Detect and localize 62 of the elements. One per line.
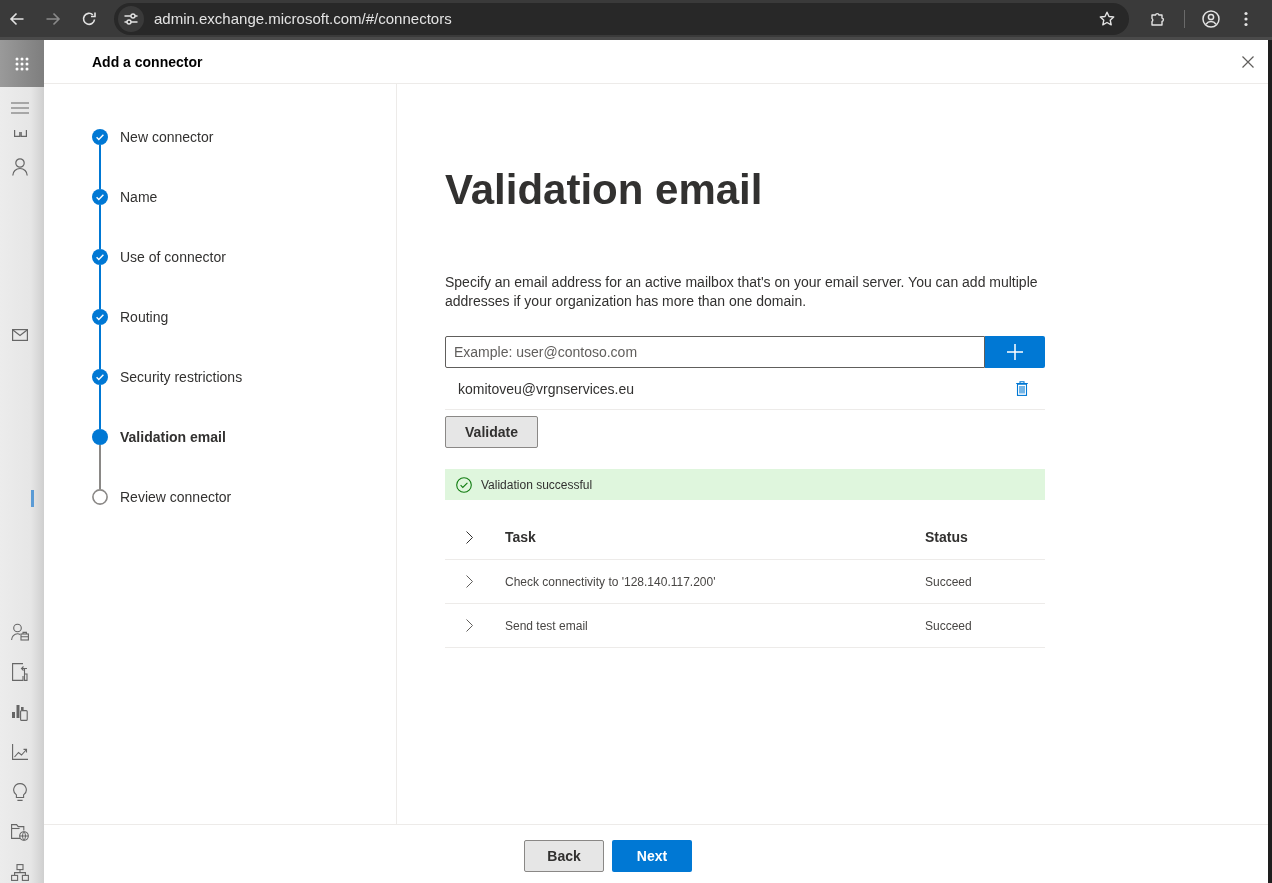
puzzle-icon — [1150, 10, 1166, 27]
check-circle-icon — [456, 476, 472, 493]
table-cell: Succeed — [925, 574, 972, 589]
plus-icon — [1007, 344, 1023, 360]
step-label: Review connector — [120, 489, 232, 505]
more-button[interactable] — [1244, 9, 1248, 28]
site-info-button[interactable] — [118, 5, 144, 32]
profile-button[interactable] — [1202, 9, 1220, 28]
forward-arrow-icon — [45, 10, 61, 27]
close-icon — [1242, 55, 1254, 68]
column-header: Status — [925, 529, 968, 545]
mail-icon[interactable] — [12, 329, 28, 341]
add-button[interactable] — [985, 336, 1045, 368]
page-heading: Validation email — [445, 165, 763, 215]
step-label: Validation email — [120, 429, 226, 445]
partial-grid-icon[interactable] — [13, 130, 27, 137]
reload-button[interactable] — [81, 10, 97, 27]
person-briefcase-icon[interactable] — [11, 623, 29, 641]
url-text: admin.exchange.microsoft.com/#/connectors — [154, 10, 453, 27]
next-button[interactable]: Next — [612, 840, 692, 872]
bar-chart-phone-icon[interactable] — [12, 703, 28, 721]
step-label: New connector — [120, 129, 214, 145]
panel-title: Add a connector — [92, 53, 203, 70]
chevron-right-icon — [466, 575, 473, 588]
folder-globe-icon[interactable] — [11, 823, 29, 841]
message-text: Validation successful — [481, 477, 593, 492]
bookmark-button[interactable] — [1099, 10, 1115, 27]
lightbulb-icon[interactable] — [13, 783, 27, 801]
back-arrow-icon — [9, 10, 25, 27]
more-icon — [1244, 10, 1248, 27]
person-icon[interactable] — [12, 158, 28, 176]
email-input-field[interactable]: Example: user@contoso.com — [445, 336, 985, 368]
chevron-right-icon — [466, 619, 473, 632]
close-button[interactable] — [1242, 55, 1254, 68]
step-label: Security restrictions — [120, 369, 243, 385]
description-text: Specify an email address for an active mailbox that's on your email server. You can add multiple addresses if your organization has more than one domain. — [445, 273, 1039, 311]
reload-icon — [81, 10, 97, 27]
back-button[interactable] — [9, 10, 25, 27]
expand-all-button[interactable] — [466, 530, 473, 544]
address-bar[interactable]: admin.exchange.microsoft.com/#/connectors — [114, 2, 1129, 35]
line-chart-icon[interactable] — [12, 744, 28, 760]
table-cell: Succeed — [925, 618, 972, 633]
trash-icon — [1016, 381, 1028, 396]
org-chart-icon[interactable] — [11, 863, 29, 881]
delete-button[interactable] — [1016, 381, 1028, 396]
table-cell: Send test email — [505, 618, 588, 633]
chevron-right-icon — [466, 530, 473, 544]
expand-row-button[interactable] — [466, 619, 473, 632]
step-label: Routing — [120, 309, 169, 325]
expand-row-button[interactable] — [466, 575, 473, 588]
waffle-icon — [15, 56, 29, 71]
step-label: Name — [120, 189, 158, 205]
step-label: Use of connector — [120, 249, 226, 265]
validate-button[interactable]: Validate — [445, 416, 538, 448]
back-button[interactable]: Back — [524, 840, 604, 872]
sliders-icon — [123, 10, 139, 27]
door-arrow-icon[interactable] — [12, 663, 28, 681]
star-icon — [1099, 10, 1115, 27]
column-header: Task — [505, 529, 536, 545]
profile-icon — [1202, 9, 1220, 28]
table-cell: Check connectivity to '128.140.117.200' — [505, 574, 716, 589]
email-address: komitoveu@vrgnservices.eu — [458, 380, 635, 397]
